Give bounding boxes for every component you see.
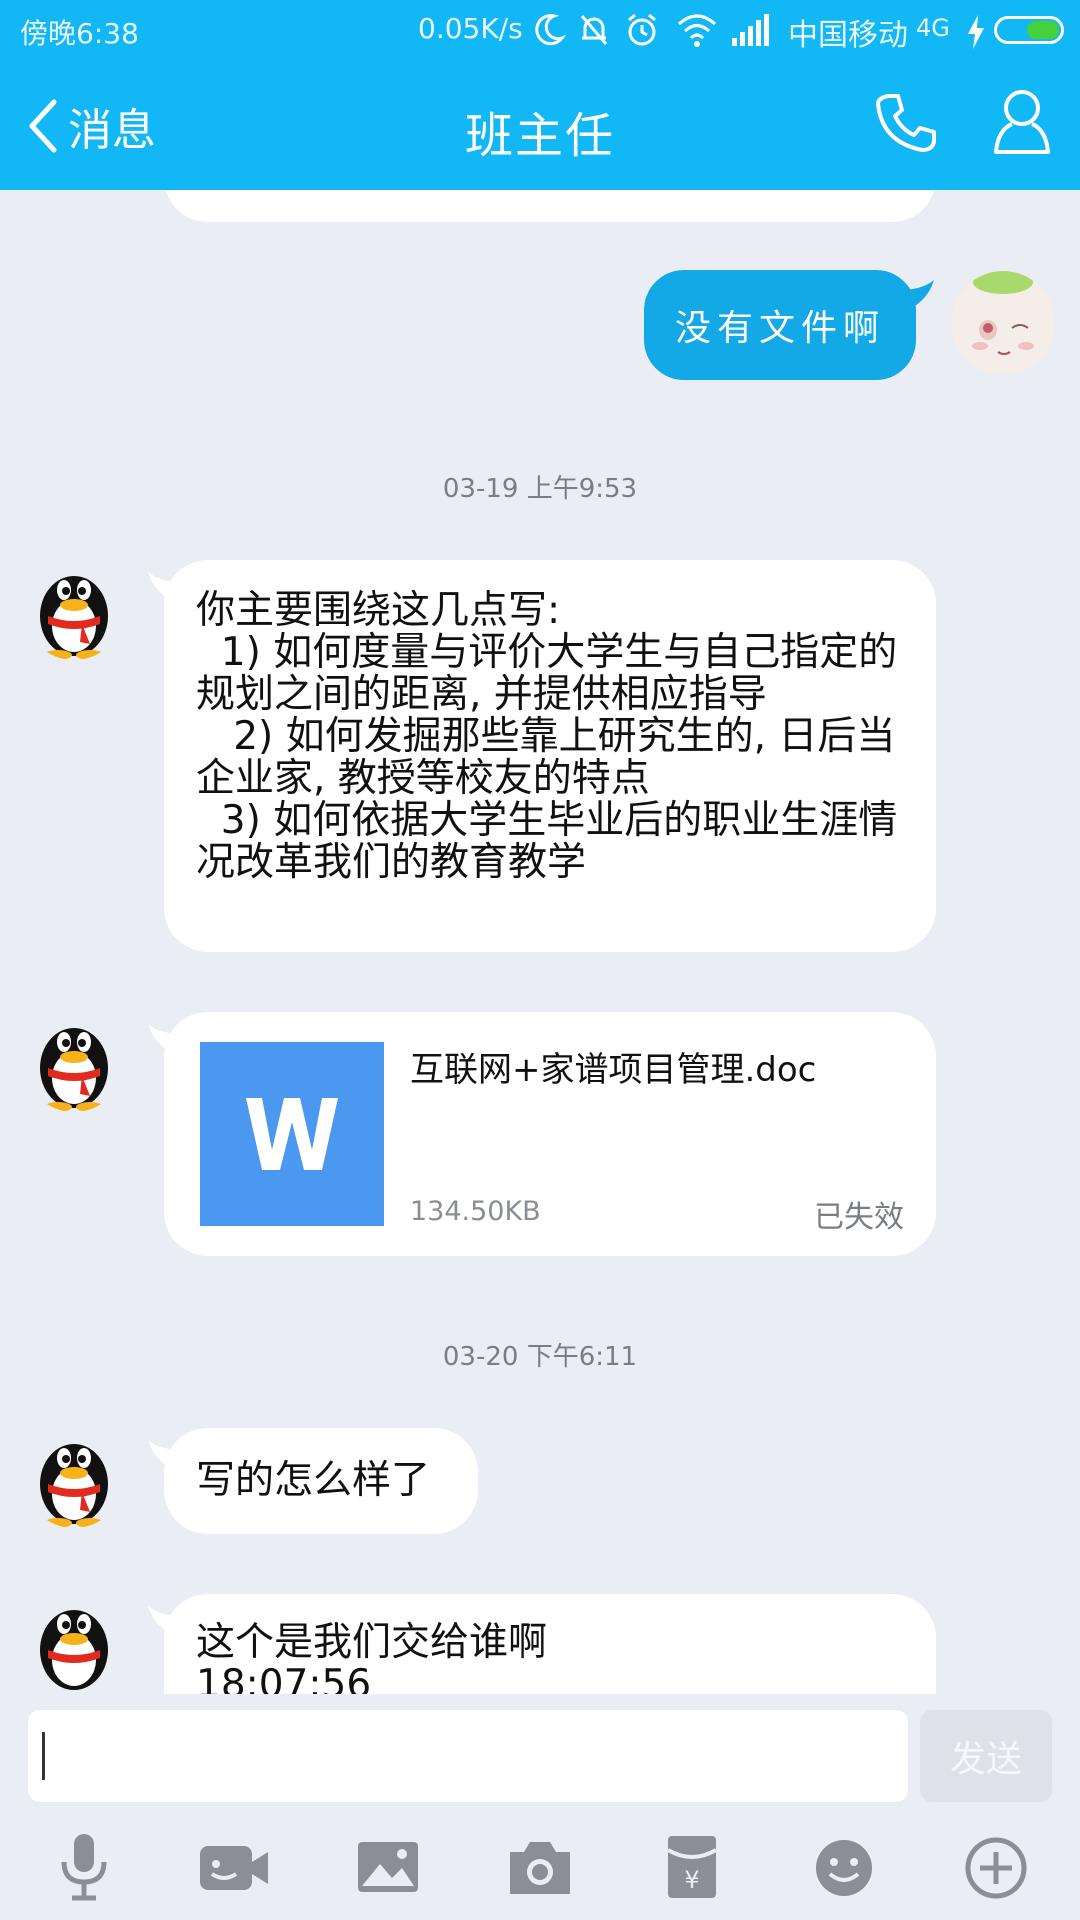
svg-text:¥: ¥	[684, 1866, 699, 1894]
network-speed: 0.05K/s	[418, 12, 523, 45]
emoji-icon[interactable]	[804, 1832, 884, 1902]
message-text: 你主要围绕这几点写: 1) 如何度量与评价大学生与自己指定的规划之间的距离, 并…	[196, 588, 898, 885]
mute-bell-icon	[580, 15, 608, 45]
message-bubble[interactable]: 写的怎么样了	[164, 1428, 478, 1534]
message-text: 这个是我们交给谁啊 18:07:56	[196, 1620, 548, 1695]
file-status: 已失效	[814, 1200, 904, 1235]
file-size: 134.50KB	[410, 1196, 541, 1227]
network-type: 4G	[916, 14, 950, 42]
phone-call-button[interactable]	[874, 90, 938, 154]
title-bar: 消息 班主任	[0, 60, 1080, 190]
camera-icon[interactable]	[500, 1832, 580, 1902]
profile-button[interactable]	[990, 86, 1054, 158]
send-button[interactable]: 发送	[920, 1710, 1052, 1802]
status-bar: 傍晚6:38 0.05K/s 中国移动 4G	[0, 0, 1080, 60]
message-bubble[interactable]: 你主要围绕这几点写: 1) 如何度量与评价大学生与自己指定的规划之间的距离, 并…	[164, 560, 936, 952]
file-message-bubble[interactable]: 互联网+家谱项目管理.doc 134.50KB 已失效	[164, 1012, 936, 1256]
sender-avatar[interactable]	[24, 560, 124, 660]
carrier-name: 中国移动	[788, 18, 908, 53]
message-input[interactable]	[28, 1710, 908, 1802]
signal-icon	[732, 14, 769, 46]
sender-avatar[interactable]	[24, 1428, 124, 1528]
battery-icon	[994, 16, 1064, 44]
sender-avatar[interactable]	[24, 1012, 124, 1112]
charging-icon	[968, 15, 984, 49]
video-icon[interactable]	[194, 1832, 274, 1902]
word-doc-icon	[200, 1042, 384, 1226]
alarm-icon	[628, 13, 656, 46]
my-avatar[interactable]	[950, 270, 1056, 376]
input-bar: 发送 ¥	[0, 1694, 1080, 1920]
wifi-icon	[678, 14, 716, 47]
message-text: 写的怎么样了	[196, 1458, 431, 1503]
message-list[interactable]: 没有文件啊 03-19 上午9:53 你主要围绕这几点写: 1) 如何度量与评价…	[0, 190, 1080, 1694]
bubble-tail	[900, 280, 934, 310]
sender-avatar[interactable]	[24, 1594, 124, 1694]
image-icon[interactable]	[348, 1832, 428, 1902]
red-packet-icon[interactable]: ¥	[652, 1832, 732, 1902]
moon-icon	[535, 14, 566, 46]
my-message-text: 没有文件啊	[674, 308, 885, 349]
top-bar: 傍晚6:38 0.05K/s 中国移动 4G 消息 班主任	[0, 0, 1080, 190]
microphone-icon[interactable]	[44, 1832, 124, 1902]
status-time: 傍晚6:38	[20, 17, 139, 50]
my-message-bubble[interactable]: 没有文件啊	[644, 270, 916, 380]
message-bubble-partial	[164, 190, 936, 222]
timestamp: 03-20 下午6:11	[442, 1342, 638, 1372]
timestamp: 03-19 上午9:53	[442, 474, 638, 504]
file-name: 互联网+家谱项目管理.doc	[410, 1050, 817, 1090]
message-bubble[interactable]: 这个是我们交给谁啊 18:07:56	[164, 1594, 936, 1694]
battery-level	[1027, 21, 1059, 39]
plus-icon[interactable]	[956, 1832, 1036, 1902]
text-caret	[42, 1732, 45, 1780]
